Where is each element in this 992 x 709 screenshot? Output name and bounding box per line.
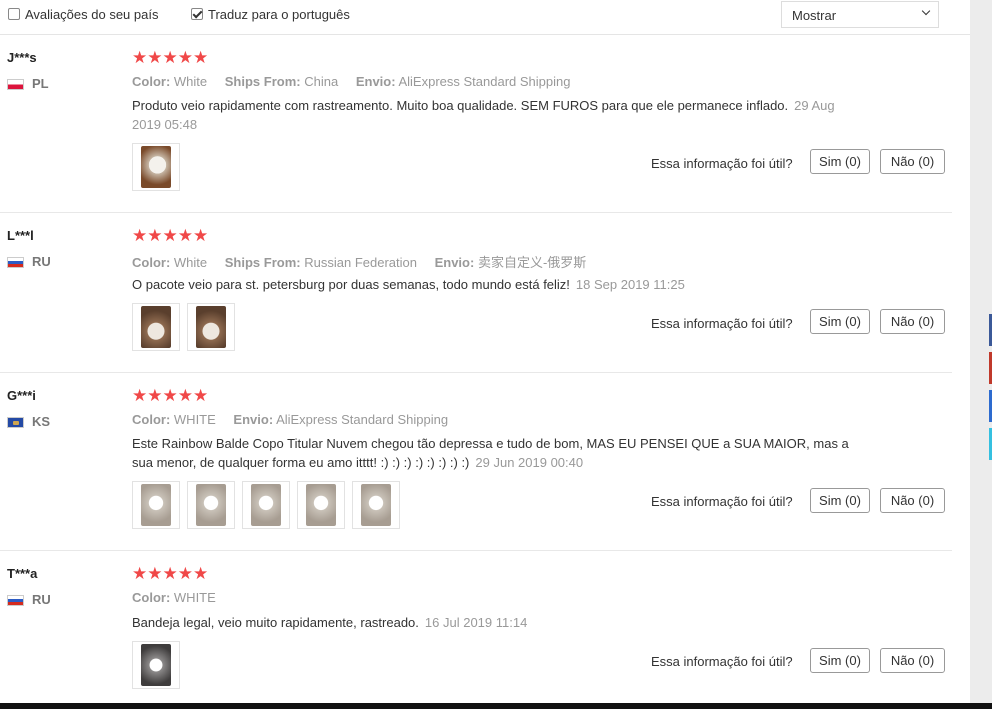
prop-label: Ships From: — [224, 255, 301, 270]
prop-value: White — [173, 255, 208, 270]
review-photo-thumbnail[interactable] — [132, 641, 180, 689]
prop-label: Color: — [132, 590, 171, 605]
review-text-block: Produto veio rapidamente com rastreament… — [132, 96, 852, 134]
prop-value: WHITE — [173, 590, 216, 605]
review-properties: Color: WHITE — [132, 590, 216, 605]
helpful-no-button[interactable]: Não (0) — [880, 488, 945, 513]
reviewer-name: G***i — [7, 388, 36, 403]
prop-value: White — [173, 74, 208, 89]
reviewer-country: RU — [32, 254, 51, 269]
review-photo-thumbnail[interactable] — [242, 481, 290, 529]
show-select-value: Mostrar — [792, 8, 837, 23]
reviewer-country: KS — [32, 414, 51, 429]
flag-pl-icon — [7, 79, 24, 90]
flag-ru-icon — [7, 257, 24, 268]
chevron-down-icon — [921, 6, 931, 16]
helpful-yes-button[interactable]: Sim (0) — [810, 648, 870, 673]
helpful-no-button[interactable]: Não (0) — [880, 648, 945, 673]
prop-value: 卖家自定义-俄罗斯 — [477, 255, 587, 270]
review-photo-thumbnail[interactable] — [132, 303, 180, 351]
review-photo-thumbnail[interactable] — [187, 481, 235, 529]
review-text: Produto veio rapidamente com rastreament… — [132, 98, 789, 113]
flag-ru-icon — [7, 595, 24, 606]
prop-value: WHITE — [173, 412, 216, 427]
translate-label[interactable]: Traduz para o português — [208, 7, 350, 22]
prop-label: Color: — [132, 74, 171, 89]
prop-label: Envio: — [355, 74, 396, 89]
review-properties: Color: White Ships From: Russian Federat… — [132, 252, 586, 271]
helpful-yes-button[interactable]: Sim (0) — [810, 309, 870, 334]
reviewer-country: PL — [32, 76, 49, 91]
review-photo-thumbnail[interactable] — [132, 481, 180, 529]
reviewer-country: RU — [32, 592, 51, 607]
review-item: L***l RU ★★★★★ Color: White Ships From: … — [0, 213, 952, 373]
prop-label: Ships From: — [224, 74, 301, 89]
review-text-block: Bandeja legal, veio muito rapidamente, r… — [132, 613, 852, 632]
flag-ks-icon — [7, 417, 24, 428]
reviews-panel: Avaliações do seu país Traduz para o por… — [0, 0, 970, 703]
prop-label: Envio: — [233, 412, 274, 427]
show-select[interactable]: Mostrar — [781, 1, 939, 28]
review-photo-thumbnail[interactable] — [352, 481, 400, 529]
review-text: O pacote veio para st. petersburg por du… — [132, 277, 570, 292]
prop-value: Russian Federation — [304, 255, 417, 270]
review-date: 16 Jul 2019 11:14 — [424, 615, 528, 630]
star-rating: ★★★★★ — [132, 226, 209, 245]
reviewer-name: T***a — [7, 566, 38, 581]
filter-bar: Avaliações do seu país Traduz para o por… — [0, 0, 970, 35]
review-photo-thumbnail[interactable] — [132, 143, 180, 191]
prop-label: Color: — [132, 412, 171, 427]
review-item: T***a RU ★★★★★ Color: WHITE Bandeja lega… — [0, 551, 952, 703]
helpful-question: Essa informação foi útil? — [651, 156, 793, 171]
star-rating: ★★★★★ — [132, 564, 209, 583]
helpful-no-button[interactable]: Não (0) — [880, 309, 945, 334]
country-only-label[interactable]: Avaliações do seu país — [25, 7, 158, 22]
helpful-question: Essa informação foi útil? — [651, 494, 793, 509]
review-text: Bandeja legal, veio muito rapidamente, r… — [132, 615, 419, 630]
review-text-block: O pacote veio para st. petersburg por du… — [132, 275, 852, 294]
review-properties: Color: WHITE Envio: AliExpress Standard … — [132, 412, 448, 427]
prop-value: AliExpress Standard Shipping — [398, 74, 571, 89]
prop-value: China — [304, 74, 339, 89]
helpful-yes-button[interactable]: Sim (0) — [810, 488, 870, 513]
review-photo-thumbnail[interactable] — [187, 303, 235, 351]
country-only-checkbox[interactable] — [8, 8, 20, 20]
reviewer-name: J***s — [7, 50, 37, 65]
review-text-block: Este Rainbow Balde Copo Titular Nuvem ch… — [132, 434, 852, 472]
translate-checkbox[interactable] — [191, 8, 203, 20]
review-date: 18 Sep 2019 11:25 — [575, 277, 685, 292]
star-rating: ★★★★★ — [132, 386, 209, 405]
review-item: G***i KS ★★★★★ Color: WHITE Envio: AliEx… — [0, 373, 952, 551]
star-rating: ★★★★★ — [132, 48, 209, 67]
review-properties: Color: White Ships From: China Envio: Al… — [132, 74, 570, 89]
bottom-bar — [0, 703, 992, 709]
helpful-question: Essa informação foi útil? — [651, 316, 793, 331]
helpful-yes-button[interactable]: Sim (0) — [810, 149, 870, 174]
helpful-question: Essa informação foi útil? — [651, 654, 793, 669]
prop-value: AliExpress Standard Shipping — [276, 412, 449, 427]
reviewer-name: L***l — [7, 228, 34, 243]
prop-label: Envio: — [434, 255, 475, 270]
review-photo-thumbnail[interactable] — [297, 481, 345, 529]
review-item: J***s PL ★★★★★ Color: White Ships From: … — [0, 35, 952, 213]
helpful-no-button[interactable]: Não (0) — [880, 149, 945, 174]
review-date: 29 Jun 2019 00:40 — [475, 455, 584, 470]
prop-label: Color: — [132, 255, 171, 270]
